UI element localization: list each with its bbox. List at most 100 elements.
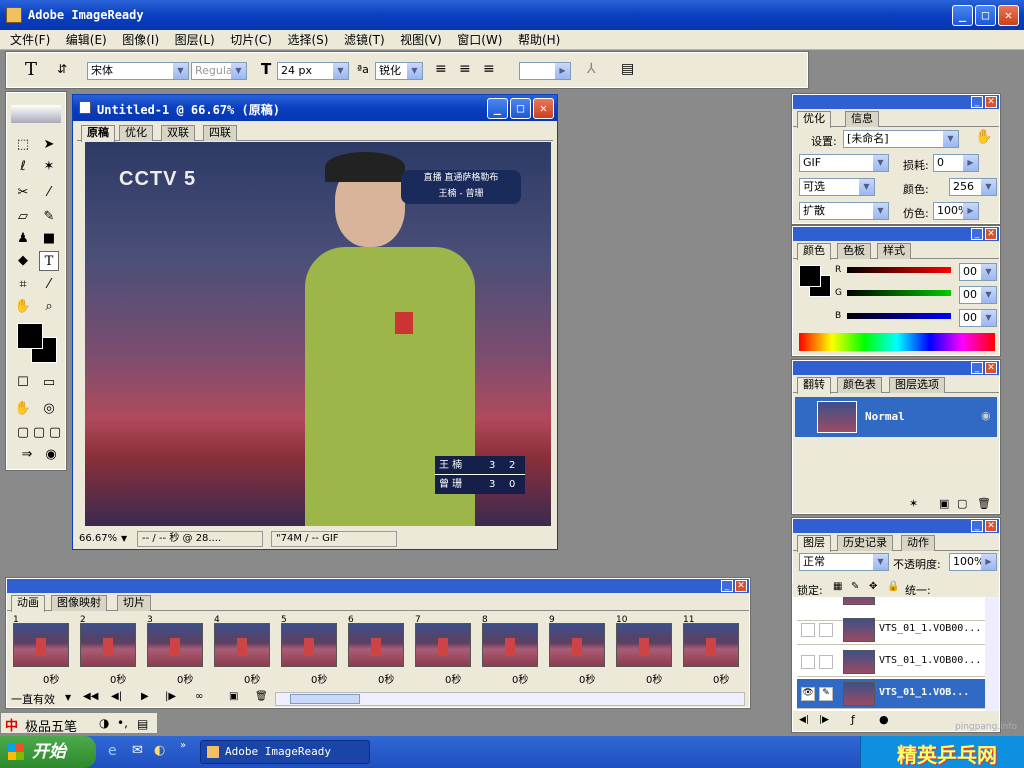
bucket-tool-icon[interactable]: ◆ xyxy=(13,251,33,271)
dither-amount-field[interactable]: 100% ▶ xyxy=(933,202,979,220)
align-left-icon[interactable]: ≡ xyxy=(435,61,447,77)
lock-all-icon[interactable]: 🔒 xyxy=(887,581,899,592)
font-family-select[interactable]: 宋体 ▼ xyxy=(87,62,189,80)
jump-icon[interactable]: ◉ xyxy=(41,445,61,465)
zoom-level[interactable]: 66.67% xyxy=(79,530,117,548)
tween-icon[interactable]: ∞ xyxy=(195,691,203,702)
blue-slider[interactable] xyxy=(847,313,951,319)
tab-optimize[interactable]: 优化 xyxy=(797,111,831,128)
layer-effects-icon[interactable]: ƒ xyxy=(851,713,855,726)
blue-field[interactable]: 00 ▼ xyxy=(959,309,997,327)
animation-frame[interactable]: 6 0秒 xyxy=(346,615,406,687)
font-size-select[interactable]: 24 px ▼ xyxy=(277,62,349,80)
panel-close-button[interactable]: ✕ xyxy=(985,96,997,108)
tab-actions[interactable]: 动作 xyxy=(901,535,935,551)
red-field[interactable]: 00 ▼ xyxy=(959,263,997,281)
ie-icon[interactable]: e xyxy=(108,743,117,759)
green-field[interactable]: 00 ▼ xyxy=(959,286,997,304)
animation-frame[interactable]: 5 0秒 xyxy=(279,615,339,687)
eraser-tool-icon[interactable]: ▱ xyxy=(13,207,33,227)
scroll-thumb[interactable] xyxy=(290,694,360,704)
reduction-select[interactable]: 可选 ▼ xyxy=(799,178,875,196)
animation-frame[interactable]: 3 0秒 xyxy=(145,615,205,687)
menu-view[interactable]: 视图(V) xyxy=(394,30,448,50)
menu-edit[interactable]: 编辑(E) xyxy=(60,30,113,50)
tab-2up[interactable]: 双联 xyxy=(161,125,195,141)
image-map-icon[interactable]: ✋ xyxy=(13,399,33,419)
rollover-state-row[interactable]: Normal ◉ xyxy=(795,397,997,437)
color-ramp[interactable] xyxy=(799,333,995,351)
warp-text-icon[interactable]: ⅄ xyxy=(587,61,596,77)
panel-minimize-button[interactable]: _ xyxy=(971,520,983,532)
delete-frame-icon[interactable]: 🗑 xyxy=(255,691,268,702)
menu-filter[interactable]: 滤镜(T) xyxy=(338,30,391,50)
loop-dropdown-icon[interactable]: ▼ xyxy=(65,693,71,702)
lossy-field[interactable]: 0 ▶ xyxy=(933,154,979,172)
magic-wand-tool-icon[interactable]: ✶ xyxy=(39,157,59,177)
menu-slice[interactable]: 切片(C) xyxy=(224,30,278,50)
link-toggle[interactable] xyxy=(819,655,833,669)
ime-name[interactable]: 极品五笔 xyxy=(25,716,77,735)
menu-image[interactable]: 图像(I) xyxy=(116,30,165,50)
foreground-swatch[interactable] xyxy=(799,265,821,287)
menu-layer[interactable]: 图层(L) xyxy=(169,30,221,50)
minimize-button[interactable]: _ xyxy=(952,5,973,26)
stamp-tool-icon[interactable]: ♟ xyxy=(13,229,33,249)
animation-frame[interactable]: 8 0秒 xyxy=(480,615,540,687)
new-layer-set-icon[interactable]: ● xyxy=(879,713,889,726)
foreground-color-swatch[interactable] xyxy=(17,323,43,349)
tab-image-map[interactable]: 图像映射 xyxy=(51,595,107,611)
layer-row-selected[interactable]: 👁 ✎ VTS_01_1.VOB... xyxy=(797,679,985,709)
rectangle-tool-icon[interactable]: ■ xyxy=(39,229,59,249)
eye-icon[interactable]: 👁 xyxy=(801,687,815,701)
canvas-image[interactable]: CCTV 5 直播 直通萨格勒布 王楠 - 曾珊 王 楠 3 2 曾 珊 3 0 xyxy=(85,142,551,526)
tab-styles[interactable]: 样式 xyxy=(877,243,911,259)
blend-mode-select[interactable]: 正常 ▼ xyxy=(799,553,889,571)
frames-scrollbar[interactable] xyxy=(275,692,745,706)
status-size[interactable]: "74M / -- GIF xyxy=(271,531,397,547)
start-button[interactable]: 开始 xyxy=(0,736,96,768)
delete-state-icon[interactable]: 🗑 xyxy=(977,497,991,510)
text-color-field[interactable]: ▶ xyxy=(519,62,571,80)
marquee-tool-icon[interactable]: ⬚ xyxy=(13,135,33,155)
mode-full-menu-icon[interactable]: ▢ xyxy=(45,423,65,443)
tab-layer-options[interactable]: 图层选项 xyxy=(889,377,945,393)
ime-logo-icon[interactable]: 中 xyxy=(5,715,18,734)
prev-frame-icon[interactable]: ◀| xyxy=(799,715,809,725)
close-button[interactable]: ✕ xyxy=(998,5,1019,26)
panel-minimize-button[interactable]: _ xyxy=(721,580,733,592)
antialias-select[interactable]: 锐化 ▼ xyxy=(375,62,423,80)
tab-optimized[interactable]: 优化 xyxy=(119,125,153,141)
animation-frame[interactable]: 7 0秒 xyxy=(413,615,473,687)
layer-row[interactable]: VTS_01_1.VOB00... xyxy=(797,615,985,645)
ime-punct-icon[interactable]: •, xyxy=(117,716,128,730)
colors-select[interactable]: 256 ▼ xyxy=(949,178,997,196)
lock-transparency-icon[interactable]: ▦ xyxy=(833,581,842,592)
animation-frame[interactable]: 4 0秒 xyxy=(212,615,272,687)
loop-select[interactable]: 一直有效 xyxy=(11,691,55,707)
text-orientation-icon[interactable]: ⇵ xyxy=(57,62,67,76)
menu-select[interactable]: 选择(S) xyxy=(281,30,334,50)
tab-swatches[interactable]: 色板 xyxy=(837,243,871,259)
doc-minimize-button[interactable]: _ xyxy=(487,98,508,119)
panel-minimize-button[interactable]: _ xyxy=(971,362,983,374)
jump-to-photoshop-icon[interactable]: ⇒ xyxy=(17,445,37,465)
panel-minimize-button[interactable]: _ xyxy=(971,96,983,108)
menu-help[interactable]: 帮助(H) xyxy=(512,30,566,50)
ime-keyboard-icon[interactable]: ▤ xyxy=(137,717,148,731)
move-tool-icon[interactable]: ➤ xyxy=(39,135,59,155)
type-tool-icon[interactable]: T xyxy=(39,251,59,271)
preview-icon[interactable]: ▭ xyxy=(39,373,59,393)
panel-close-button[interactable]: ✕ xyxy=(985,520,997,532)
prev-frame-icon[interactable]: ◀| xyxy=(111,691,122,702)
next-frame-icon[interactable]: |▶ xyxy=(165,691,176,702)
tab-animation[interactable]: 动画 xyxy=(11,595,45,612)
duplicate-frame-icon[interactable]: ▣ xyxy=(229,691,238,702)
crop-tool-icon[interactable]: ⌗ xyxy=(13,275,33,295)
palettes-icon[interactable]: ▤ xyxy=(621,61,634,77)
tab-rollovers[interactable]: 翻转 xyxy=(797,377,831,394)
ime-moon-icon[interactable]: ◑ xyxy=(99,716,109,730)
lock-paint-icon[interactable]: ✎ xyxy=(851,581,859,592)
new-state-icon[interactable]: ▢ xyxy=(957,497,967,510)
zoom-dropdown-icon[interactable]: ▼ xyxy=(121,530,127,548)
